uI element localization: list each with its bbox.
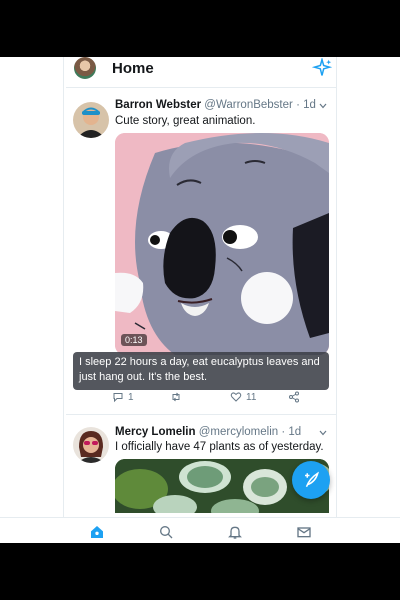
bell-icon[interactable] [227,524,243,540]
tweet-text: I officially have 47 plants as of yester… [115,441,324,453]
author-name[interactable]: Mercy Lomelin [115,426,196,438]
avatar[interactable] [73,427,109,463]
like-count: 11 [246,391,257,403]
retweet-icon [172,392,180,402]
timeline-right-border [336,57,337,543]
video-duration: 0:13 [121,334,147,346]
app-screen: Home Barron Webster @WarronBebster · 1d … [0,57,400,543]
page-title: Home [112,60,154,77]
tweet-meta: Barron Webster @WarronBebster · 1d [115,99,316,111]
bottom-tab-bar [0,517,400,543]
tweet-actions: 1 11 [112,391,302,407]
search-icon[interactable] [158,524,174,540]
tweet-time: · 1d [281,426,302,438]
mail-icon[interactable] [296,524,312,540]
author-handle[interactable]: @mercylomelin [199,426,278,438]
header-divider [66,87,336,88]
tweet-text: Cute story, great animation. [115,115,256,127]
chevron-down-icon[interactable] [319,103,327,109]
tweet-meta: Mercy Lomelin @mercylomelin · 1d [115,426,301,438]
top-bar: Home [0,57,400,87]
author-name[interactable]: Barron Webster [115,99,201,111]
reply-icon [113,393,123,403]
tweet-time: · 1d [296,99,316,111]
reply-count: 1 [128,391,134,403]
tweet-divider [66,414,336,415]
share-button[interactable] [288,391,300,403]
reply-button[interactable]: 1 [112,391,134,403]
profile-avatar[interactable] [74,57,96,79]
avatar[interactable] [73,102,109,138]
tweet-video[interactable] [115,133,329,355]
timeline-left-border [63,57,64,543]
retweet-button[interactable] [170,391,186,403]
like-button[interactable]: 11 [230,391,256,403]
author-handle[interactable]: @WarronBebster [204,99,293,111]
chevron-down-icon[interactable] [319,430,327,436]
sparkle-icon[interactable] [312,58,332,78]
heart-icon [230,392,242,402]
home-icon[interactable] [89,524,105,540]
feather-plus-icon [305,471,319,488]
share-icon [289,391,299,403]
video-caption: I sleep 22 hours a day, eat eucalyptus l… [73,352,329,390]
compose-button[interactable] [292,461,330,499]
